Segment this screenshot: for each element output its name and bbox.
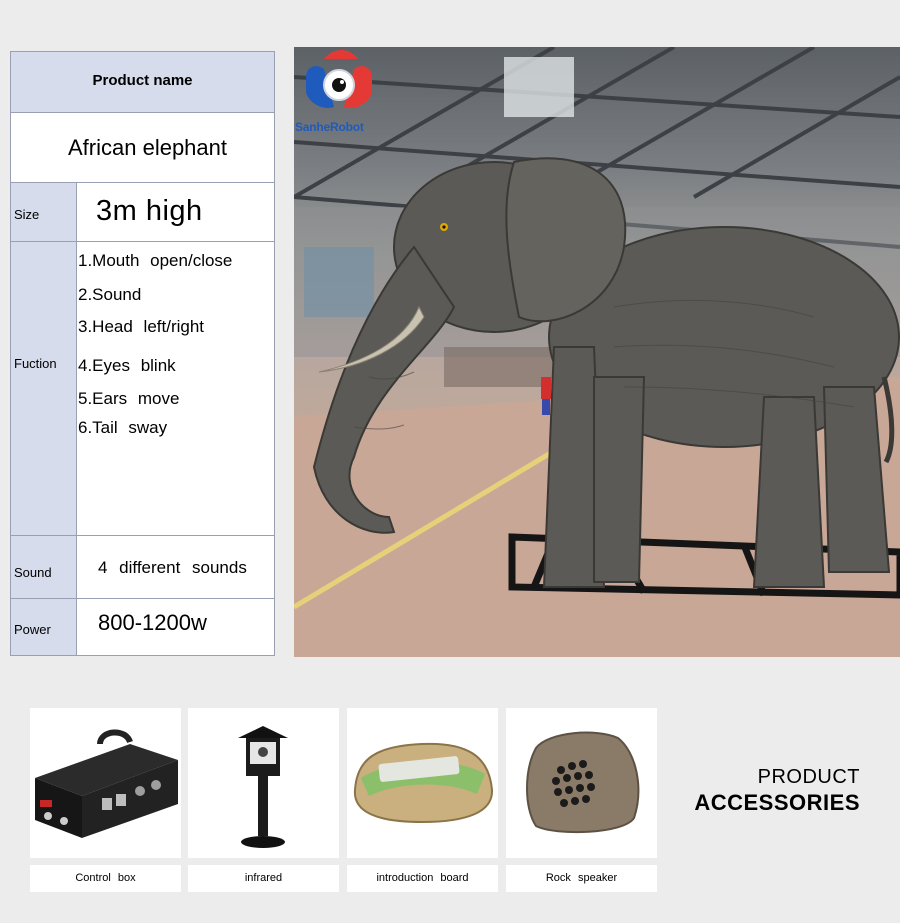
sound-value: 4 different sounds — [98, 558, 247, 577]
power-label: Power — [14, 622, 51, 637]
rock-speaker-image — [506, 708, 657, 858]
function-item: 2.Sound — [78, 285, 142, 304]
size-value: 3m high — [96, 195, 203, 227]
function-item: 6.Tail sway — [78, 418, 168, 437]
control-box-image — [30, 708, 181, 858]
product-name-row: African elephant — [11, 113, 274, 183]
rock-speaker-icon — [526, 731, 640, 834]
product-photo: SanheRobot — [294, 47, 900, 657]
power-value-cell: 800-1200w — [77, 599, 274, 655]
table-header-row: Product name — [11, 52, 274, 113]
accessory-card-infrared[interactable]: infrared — [188, 708, 339, 892]
accessory-caption: Control box — [30, 865, 181, 892]
infrared-sensor-icon — [238, 726, 288, 848]
function-label-cell: Fuction — [11, 242, 77, 535]
sound-value-cell: 4 different sounds — [77, 536, 274, 598]
function-item: 1.Mouth open/close — [78, 251, 233, 270]
infrared-image — [188, 708, 339, 858]
power-label-cell: Power — [11, 599, 77, 655]
accessory-caption: Rock speaker — [506, 865, 657, 892]
accessory-caption: infrared — [188, 865, 339, 892]
size-label-cell: Size — [11, 183, 77, 241]
control-box-icon — [35, 729, 178, 838]
sound-row: Sound 4 different sounds — [11, 536, 274, 599]
logo-text: SanheRobot — [295, 120, 364, 134]
intro-board-icon — [353, 742, 494, 824]
accessory-card-control-box[interactable]: Control box — [30, 708, 181, 892]
size-label: Size — [14, 207, 40, 222]
function-list: 1.Mouth open/close 2.Sound 3.Head left/r… — [77, 242, 274, 535]
accessory-card-rock-speaker[interactable]: Rock speaker — [506, 708, 657, 892]
power-value: 800-1200w — [98, 610, 207, 635]
power-row: Power 800-1200w — [11, 599, 274, 655]
accessory-card-introduction-board[interactable]: introduction board — [347, 708, 498, 892]
product-name: African elephant — [68, 135, 227, 160]
accessory-caption: introduction board — [347, 865, 498, 892]
size-value-cell: 3m high — [77, 183, 274, 241]
function-label: Fuction — [14, 356, 57, 371]
function-item: 3.Head left/right — [78, 317, 205, 336]
function-row: Fuction 1.Mouth open/close 2.Sound 3.Hea… — [11, 242, 274, 536]
accessories-title-line2: ACCESSORIES — [694, 790, 860, 815]
table-header: Product name — [92, 72, 193, 89]
spec-table: Product name African elephant Size 3m hi… — [10, 51, 275, 656]
intro-board-image — [347, 708, 498, 858]
sound-label-cell: Sound — [11, 536, 77, 598]
sound-label: Sound — [14, 565, 52, 580]
size-row: Size 3m high — [11, 183, 274, 242]
elephant-photo-illustration — [294, 47, 900, 657]
function-item: 4.Eyes blink — [78, 356, 176, 375]
function-item: 5.Ears move — [78, 389, 180, 408]
accessories-title-line1: PRODUCT — [757, 766, 860, 788]
